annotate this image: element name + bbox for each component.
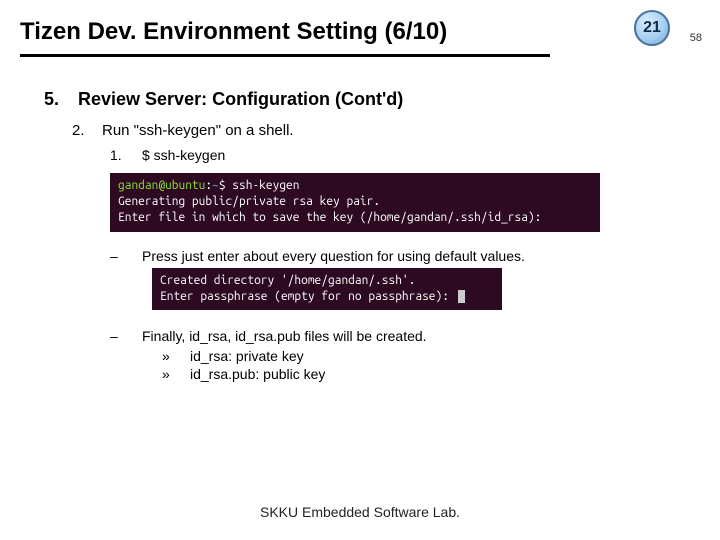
terminal2-line-2: Enter passphrase (empty for no passphras… <box>160 290 456 303</box>
file-list: » id_rsa: private key » id_rsa.pub: publ… <box>162 348 676 382</box>
section-title: Review Server: Configuration (Cont'd) <box>78 89 403 110</box>
list-marker-icon: » <box>162 366 172 382</box>
bullet-dash-2: – <box>110 328 122 344</box>
file-name-public: id_rsa.pub <box>190 366 255 382</box>
list-marker-icon: » <box>162 348 172 364</box>
step-2-text: Run "ssh-keygen" on a shell. <box>102 122 294 139</box>
terminal-output-2: Created directory '/home/gandan/.ssh'. E… <box>152 268 502 310</box>
bullet-text: Press just enter about every question fo… <box>142 248 525 264</box>
terminal-output-1: gandan@ubuntu:~$ ssh-keygen Generating p… <box>110 173 600 232</box>
file-row-private: » id_rsa: private key <box>162 348 676 364</box>
terminal-line-3: Enter file in which to save the key (/ho… <box>118 211 541 224</box>
terminal-cursor-icon <box>458 290 465 303</box>
file-desc-public: : public key <box>255 366 325 382</box>
page-badge: 21 <box>634 10 670 46</box>
terminal-line-2: Generating public/private rsa key pair. <box>118 195 380 208</box>
terminal2-line-1: Created directory '/home/gandan/.ssh'. <box>160 274 415 287</box>
slide-header: Tizen Dev. Environment Setting (6/10) 21… <box>0 0 720 65</box>
step-2-1-number: 1. <box>110 147 128 163</box>
terminal-prompt-user: gandan@ubuntu <box>118 179 205 192</box>
title-underline <box>20 54 550 57</box>
step-2-1-text: $ ssh-keygen <box>142 147 225 163</box>
bullet-dash: – <box>110 248 122 264</box>
file-name-private: id_rsa <box>190 348 228 364</box>
slide-title: Tizen Dev. Environment Setting (6/10) <box>20 18 700 46</box>
step-2-1: 1. $ ssh-keygen <box>110 147 676 163</box>
file-row-public: » id_rsa.pub: public key <box>162 366 676 382</box>
section-heading: 5. Review Server: Configuration (Cont'd) <box>44 89 676 110</box>
file-desc-private: : private key <box>228 348 303 364</box>
section-number: 5. <box>44 89 66 110</box>
step-2-number: 2. <box>72 122 90 139</box>
total-pages: 58 <box>690 32 702 44</box>
bullet-enter-default: – Press just enter about every question … <box>110 248 676 264</box>
terminal-prompt-path: ~ <box>212 179 219 192</box>
terminal-dollar: $ <box>219 179 226 192</box>
slide-footer: SKKU Embedded Software Lab. <box>0 504 720 520</box>
bullet-text-2: Finally, id_rsa, id_rsa.pub files will b… <box>142 328 427 344</box>
step-2: 2. Run "ssh-keygen" on a shell. <box>72 122 676 139</box>
terminal-command: ssh-keygen <box>226 179 300 192</box>
bullet-files-created: – Finally, id_rsa, id_rsa.pub files will… <box>110 328 676 344</box>
slide-content: 5. Review Server: Configuration (Cont'd)… <box>0 65 720 382</box>
